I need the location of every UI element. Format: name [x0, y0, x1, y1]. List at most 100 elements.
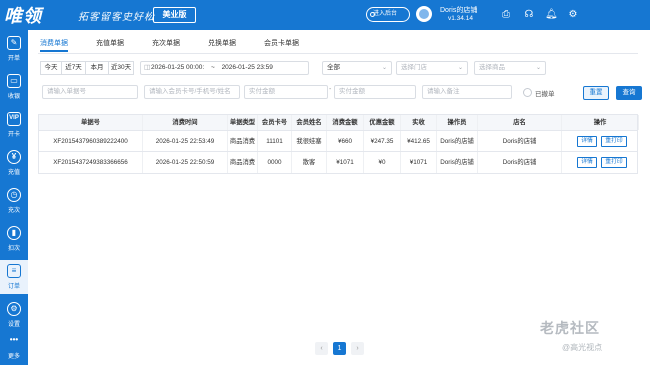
table-cell: ¥412.65 [401, 131, 437, 151]
table-row: XF2015437960389222400 2026-01-25 22:53:49… [39, 131, 637, 152]
quick-date-7days[interactable]: 近7天 [61, 61, 86, 75]
sidebar-item-label: 收银 [7, 94, 20, 100]
date-range-picker[interactable]: ◫ 2026-01-25 00:00: ~ 2026-01-25 23:59 [140, 61, 309, 75]
orders-table: 单据号 消费时间 单据类型 会员卡号 会员姓名 消费金额 优惠金额 实收 操作员 店名 操作 XF20… [38, 114, 639, 174]
type-select-value: 全部 [327, 64, 340, 71]
column-header: 操作 [562, 115, 639, 130]
reset-button[interactable]: 重置 [583, 86, 609, 100]
sidebar-item-label: 扣次 [7, 246, 20, 252]
quick-date-month[interactable]: 本月 [85, 61, 109, 75]
table-cell: 2026-01-25 22:53:49 [143, 131, 228, 151]
tab-4[interactable]: 会员卡单据 [264, 38, 299, 52]
column-header: 单据号 [39, 115, 143, 130]
brand-logo: 唯领 [4, 6, 42, 27]
gear-icon[interactable]: ⚙ [567, 9, 579, 21]
table-cell: 11101 [258, 131, 292, 151]
headset-icon[interactable]: ☊ [523, 9, 535, 21]
date-start: 2026-01-25 00:00: [151, 64, 205, 71]
sidebar-item-5[interactable]: ▮ 扣次 [0, 222, 28, 256]
reprint-button[interactable]: 重打印 [601, 157, 627, 168]
sidebar-item-label: 充次 [7, 208, 20, 214]
sidebar-item-2[interactable]: VIP 开卡 [0, 108, 28, 142]
order-icon: ≡ [7, 264, 21, 278]
table-actions-cell: 详情 重打印 [562, 152, 639, 173]
edit-icon: ✎ [7, 36, 21, 50]
more-icon: ••• [9, 335, 19, 344]
yen-icon: ¥ [7, 150, 21, 164]
amount-separator: - [329, 86, 332, 93]
watermark-community: 老虎社区 [540, 320, 600, 336]
prev-page-button[interactable]: ‹ [315, 342, 328, 355]
watermark-author: @高光视点 [562, 343, 603, 352]
detail-button[interactable]: 详情 [577, 136, 597, 147]
sidebar: ✎ 开单 ▭ 收银 VIP 开卡 ¥ 充值 ◷ 充次 ▮ 扣次 ≡ 订单 ⚙ 设置 ••• 更多 [0, 30, 28, 365]
main-panel: 消费单据 充值单据 充次单据 兑换单据 会员卡单据 今天 近7天 本月 近30天 ◫ 2… [28, 30, 650, 365]
date-end: 2026-01-25 23:59 [221, 64, 273, 71]
tab-1[interactable]: 充值单据 [96, 38, 124, 52]
chevron-down-icon: ⌄ [381, 65, 387, 71]
edition-button[interactable]: 美业版 [153, 7, 196, 23]
cashier-icon: ▭ [7, 74, 21, 88]
quick-date-30days[interactable]: 近30天 [108, 61, 134, 75]
query-button[interactable]: 查询 [616, 86, 642, 100]
store-select[interactable]: 选择门店 ⌄ [396, 61, 468, 75]
power-icon [370, 12, 375, 17]
sidebar-item-1[interactable]: ▭ 收银 [0, 70, 28, 104]
brand-slogan: 拓客留客史好松 [78, 12, 155, 23]
next-page-button[interactable]: › [351, 342, 364, 355]
print-icon[interactable]: ⎙ [500, 9, 512, 21]
gear-icon: ⚙ [7, 302, 21, 316]
tab-divider [38, 53, 638, 54]
product-select-placeholder: 选择商品 [479, 64, 505, 71]
store-select-placeholder: 选择门店 [401, 64, 427, 71]
product-select[interactable]: 选择商品 ⌄ [474, 61, 546, 75]
chart-icon: ▮ [7, 226, 21, 240]
table-cell: Doris的店铺 [437, 131, 478, 151]
type-select[interactable]: 全部 ⌄ [322, 61, 392, 75]
page-1-button[interactable]: 1 [333, 342, 346, 355]
store-name[interactable]: Doris的店铺 [440, 5, 477, 15]
sidebar-item-4[interactable]: ◷ 充次 [0, 184, 28, 218]
sidebar-item-6[interactable]: ≡ 订单 [0, 260, 28, 294]
sidebar-item-label: 订单 [7, 284, 20, 290]
detail-button[interactable]: 详情 [577, 157, 597, 168]
column-header: 消费金额 [327, 115, 364, 130]
enter-backend-label: 进入后台 [373, 11, 398, 17]
table-row: XF2015437249383366656 2026-01-25 22:50:59… [39, 152, 637, 173]
remark-input[interactable]: 请输入备注 [422, 85, 512, 99]
tab-3[interactable]: 兑换单据 [208, 38, 236, 52]
table-cell: 散客 [292, 152, 327, 173]
bell-icon[interactable]: 🔔︎ [545, 9, 558, 21]
amount-max-input[interactable]: 实付金额 [334, 85, 416, 99]
withdrawn-radio[interactable] [523, 88, 532, 97]
member-search-input[interactable]: 请输入会员卡号/手机号/姓名 [144, 85, 240, 99]
amount-min-input[interactable]: 实付金额 [244, 85, 328, 99]
sidebar-item-3[interactable]: ¥ 充值 [0, 146, 28, 180]
column-header: 会员卡号 [258, 115, 292, 130]
column-header: 优惠金额 [364, 115, 401, 130]
order-number-input[interactable]: 请输入单据号 [42, 85, 138, 99]
table-cell: ¥247.35 [364, 131, 401, 151]
table-cell: ¥1071 [327, 152, 364, 173]
enter-backend-button[interactable]: 进入后台 [366, 7, 410, 22]
reprint-button[interactable]: 重打印 [601, 136, 627, 147]
sidebar-item-0[interactable]: ✎ 开单 [0, 32, 28, 66]
sidebar-item-7[interactable]: ⚙ 设置 [0, 298, 28, 332]
column-header: 消费时间 [143, 115, 228, 130]
quick-date-today[interactable]: 今天 [40, 61, 62, 75]
chevron-down-icon: ⌄ [457, 65, 463, 71]
column-header: 会员姓名 [292, 115, 327, 130]
sidebar-item-8[interactable]: ••• 更多 [0, 330, 28, 364]
top-header: 唯领 拓客留客史好松 美业版 进入后台 Doris的店铺 v1.34.14 ⎙ … [0, 0, 650, 30]
vip-card-icon: VIP [7, 112, 21, 126]
tab-2[interactable]: 充次单据 [152, 38, 180, 52]
table-cell: XF2015437960389222400 [39, 131, 143, 151]
tab-0[interactable]: 消费单据 [40, 38, 68, 52]
table-cell: 商品消费 [228, 131, 258, 151]
avatar[interactable] [416, 6, 432, 22]
sidebar-item-label: 开单 [7, 56, 20, 62]
table-actions-cell: 详情 重打印 [562, 131, 639, 151]
table-cell: XF2015437249383366656 [39, 152, 143, 173]
column-header: 实收 [401, 115, 437, 130]
table-cell: 2026-01-25 22:50:59 [143, 152, 228, 173]
